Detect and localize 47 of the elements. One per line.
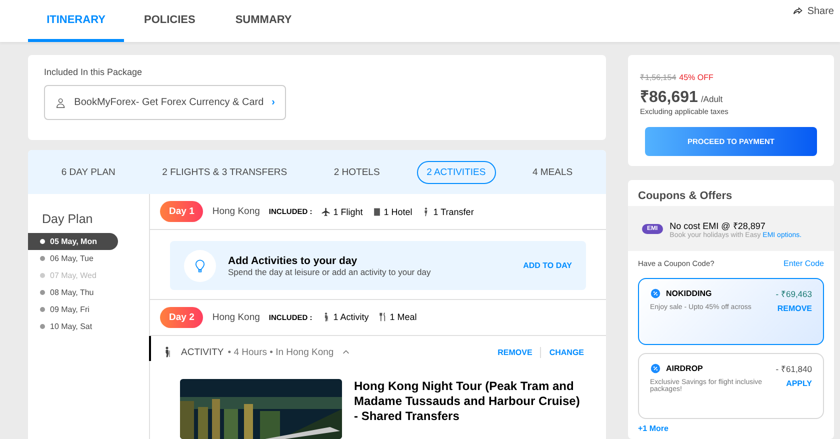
day-badge: Day 1 xyxy=(160,201,204,222)
plane-icon xyxy=(321,206,332,217)
city-name: Hong Kong xyxy=(212,206,260,218)
discount-icon xyxy=(650,363,661,374)
discount-label: 45% OFF xyxy=(679,73,714,82)
day-item[interactable]: 09 May, Fri xyxy=(28,301,118,318)
category-tab[interactable]: 2 FLIGHTS & 3 TRANSFERS xyxy=(152,160,298,184)
day-item[interactable]: 06 May, Tue xyxy=(28,250,118,267)
package-title: Included In this Package xyxy=(44,67,144,77)
share-link[interactable]: Share xyxy=(807,6,834,16)
included-item: 1 Transfer xyxy=(433,206,474,217)
add-activity-subtitle: Spend the day at leisure or add an activity to your day xyxy=(228,266,431,277)
category-tab[interactable]: 2 HOTELS xyxy=(324,160,390,184)
forex-button[interactable]: BookMyForex- Get Forex Currency & Card › xyxy=(44,85,286,120)
nav-tab[interactable]: SUMMARY xyxy=(215,0,312,42)
original-price: ₹1,56,154 xyxy=(640,73,676,82)
activity-type: ACTIVITY xyxy=(181,346,224,358)
category-tab[interactable]: 6 DAY PLAN xyxy=(51,160,126,184)
coupons-title: Coupons & Offers xyxy=(637,189,734,204)
coupon-amount: - ₹61,840 xyxy=(776,363,812,374)
activity-name: Hong Kong Night Tour (Peak Tram and Madame Tussauds and Harbour Cruise) - Shared Transfers xyxy=(354,379,581,425)
day-item[interactable]: 08 May, Thu xyxy=(28,284,118,301)
day-plan-title: Day Plan xyxy=(41,212,94,226)
forex-label: BookMyForex- Get Forex Currency & Card xyxy=(74,97,264,108)
caret-icon xyxy=(342,348,350,356)
cutlery-icon xyxy=(378,312,388,322)
discount-icon xyxy=(650,288,661,299)
emi-title: No cost EMI @ ₹28,897 xyxy=(670,220,766,230)
coupon-code: NOKIDDING xyxy=(666,289,712,298)
price-amount: ₹86,691 xyxy=(640,89,698,106)
included-item: 1 Hotel xyxy=(384,206,412,217)
day-badge: Day 2 xyxy=(160,306,204,328)
day-item[interactable]: 10 May, Sat xyxy=(28,318,118,335)
activity-details: • 4 Hours • In Hong Kong xyxy=(228,346,334,358)
category-tab[interactable]: 4 MEALS xyxy=(522,160,583,184)
coupon-amount: - ₹69,463 xyxy=(776,288,812,299)
share-icon xyxy=(792,6,804,16)
day-item[interactable]: 05 May, Mon xyxy=(28,233,118,250)
city-name: Hong Kong xyxy=(212,312,260,323)
included-item: 1 Meal xyxy=(390,312,417,322)
per-adult-label: /Adult xyxy=(700,94,723,104)
chevron-icon: › xyxy=(272,97,275,108)
included-item: 1 Activity xyxy=(333,312,369,322)
included-item: 1 Flight xyxy=(333,206,363,217)
coupon-code: AIRDROP xyxy=(666,364,703,373)
add-activity-title: Add Activities to your day xyxy=(228,254,358,267)
nav-tab[interactable]: POLICIES xyxy=(124,0,216,42)
